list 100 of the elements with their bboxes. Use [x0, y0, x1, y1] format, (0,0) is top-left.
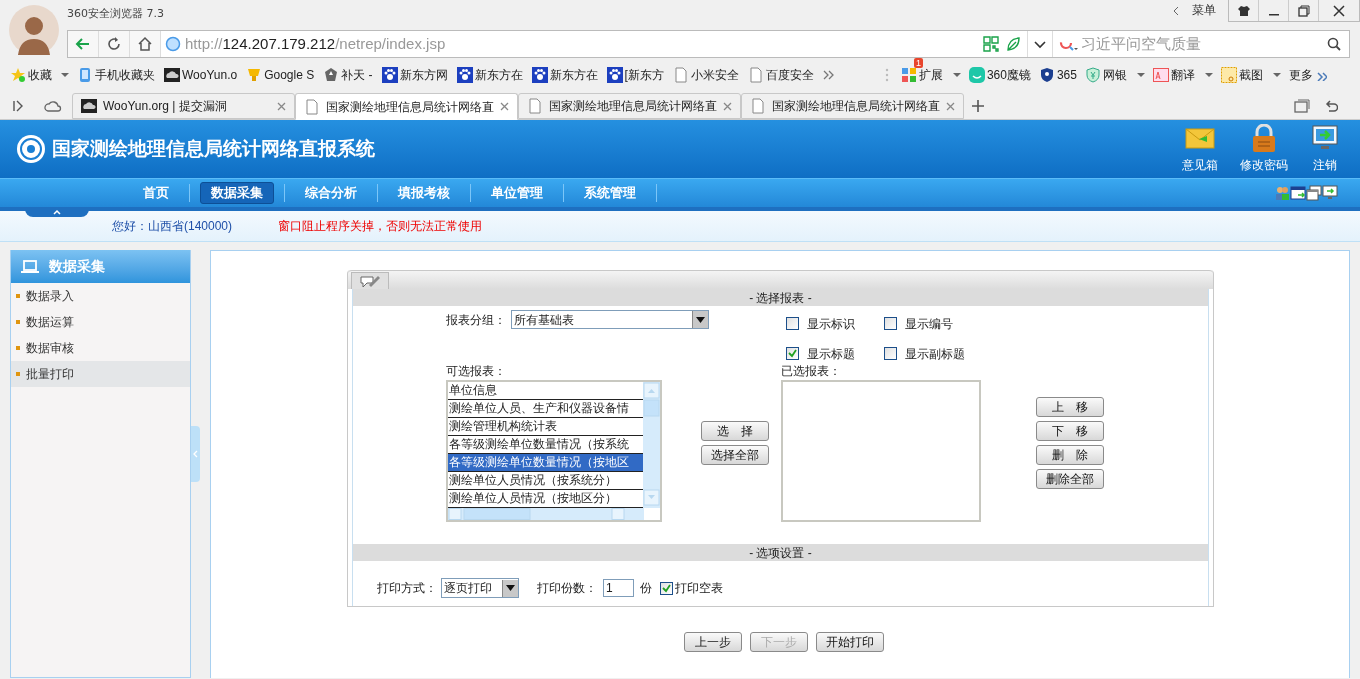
greeting-text: 您好：山西省(140000): [112, 218, 233, 235]
list-option[interactable]: 各等级测绘单位数量情况（按地区: [448, 454, 643, 472]
bookmark-item[interactable]: 新东方在: [456, 66, 523, 84]
checkbox-label: 显示编号: [905, 315, 953, 333]
warning-text: 窗口阻止程序关掉，否则无法正常使用: [278, 218, 483, 235]
step-button[interactable]: 开始打印: [816, 632, 884, 652]
undo-icon: [1324, 99, 1338, 113]
monitor-icon[interactable]: [1322, 185, 1338, 201]
shirt-icon: [1237, 4, 1250, 17]
smile-icon: [968, 67, 985, 83]
close-icon: [1333, 4, 1345, 17]
plus-icon: [972, 100, 984, 112]
avatar-icon: [9, 5, 59, 55]
chevrons-icon: [1314, 69, 1327, 81]
paw-icon: [606, 67, 623, 83]
bookmark-item[interactable]: 收藏: [10, 66, 52, 84]
maximize-icon: [1297, 4, 1310, 17]
extension-button[interactable]: 截图: [1220, 66, 1263, 84]
menu-button[interactable]: 菜单: [1188, 1, 1220, 19]
nav-tab[interactable]: 数据采集: [200, 182, 274, 204]
bookmark-item[interactable]: 补天 -: [323, 66, 373, 84]
shield-icon: [1084, 67, 1101, 83]
list-option[interactable]: 测绘管理机构统计表: [448, 418, 643, 436]
page-icon: [527, 98, 543, 114]
step-button[interactable]: 上一步: [684, 632, 742, 652]
caret-down-icon: [696, 316, 705, 323]
header-action-button[interactable]: 注销: [1310, 124, 1340, 174]
available-reports-list[interactable]: 单位信息 测绘单位人员、生产和仪器设备情 测绘管理机构统计表 各等级测绘单位数量情况（按系统 各等级测绘单位数量情况（按地区 测绘单位人员情况（按系统分） 测绘单位人员情况（按地区分）: [446, 380, 662, 522]
print-mode-select[interactable]: 逐页打印: [441, 578, 519, 598]
list-action-button[interactable]: 上 移: [1036, 397, 1104, 417]
bookmark-item[interactable]: [新东方: [606, 66, 664, 84]
trophy-icon: [246, 67, 263, 83]
checkbox-label: 显示副标题: [905, 345, 965, 363]
extension-button[interactable]: 更多: [1288, 66, 1327, 84]
checkbox[interactable]: [884, 347, 897, 360]
page-icon: [747, 67, 764, 83]
extension-button[interactable]: 扩展: [900, 66, 943, 84]
list-action-button[interactable]: 删 除: [1036, 445, 1104, 465]
paw-icon: [531, 67, 548, 83]
report-group-select[interactable]: 所有基础表: [511, 310, 709, 329]
browser-tab[interactable]: 国家测绘地理信息局统计网络直: [295, 93, 518, 120]
checkbox[interactable]: [660, 581, 673, 595]
sidebar-item[interactable]: 数据运算: [11, 309, 190, 335]
list-action-button[interactable]: 下 移: [1036, 421, 1104, 441]
bookmark-item[interactable]: 百度安全: [747, 66, 814, 84]
header-action-button[interactable]: 修改密码: [1240, 124, 1288, 174]
list-action-button[interactable]: 删除全部: [1036, 469, 1104, 489]
close-icon: [500, 102, 509, 111]
checkbox[interactable]: [884, 317, 897, 330]
notification-badge: 1: [913, 58, 923, 68]
page-icon: [750, 98, 766, 114]
laptop-icon: [21, 259, 39, 274]
extension-button[interactable]: 翻译: [1152, 66, 1195, 84]
phone-icon: [77, 67, 93, 83]
header-action-button[interactable]: 意见箱: [1182, 124, 1218, 174]
list-option[interactable]: 测绘单位人员、生产和仪器设备情: [448, 400, 643, 418]
field-label: 报表分组：: [446, 311, 506, 329]
browser-tab[interactable]: 国家测绘地理信息局统计网络直: [518, 93, 741, 119]
collapse-header-button[interactable]: [25, 207, 89, 217]
window-title: 360安全浏览器 7.3: [67, 6, 164, 22]
extension-button[interactable]: 网银: [1084, 66, 1127, 84]
windows-icon[interactable]: [1306, 185, 1322, 201]
close-icon: [277, 101, 286, 111]
list-option[interactable]: 单位信息: [448, 382, 643, 400]
checkbox-label: 显示标识: [807, 315, 855, 333]
bookmark-item[interactable]: WooYun.o: [164, 66, 238, 84]
checkbox[interactable]: [786, 317, 799, 330]
browser-tab[interactable]: WooYun.org | 提交漏洞: [72, 93, 295, 119]
caret-down-icon: [1272, 71, 1281, 79]
list-option[interactable]: 测绘单位人员情况（按系统分）: [448, 472, 643, 490]
checkbox-label: 显示标题: [807, 345, 855, 363]
paw-icon: [456, 67, 473, 83]
list-label: 已选报表：: [781, 364, 842, 378]
copies-field[interactable]: 1: [603, 579, 634, 597]
caret-down-icon: [61, 71, 69, 79]
bookmark-item[interactable]: 新东方网: [381, 66, 448, 84]
select-button[interactable]: 选择全部: [701, 445, 769, 465]
cloud-icon: [44, 99, 62, 113]
emblem-icon: [16, 134, 46, 164]
bookmark-item[interactable]: 小米安全: [672, 66, 739, 84]
extension-button[interactable]: 360魔镜: [968, 66, 1031, 84]
sidebar-item[interactable]: 数据录入: [11, 283, 190, 309]
panel-tab[interactable]: [351, 272, 389, 289]
field-label: 打印方式：: [377, 580, 437, 597]
select-button[interactable]: 选 择: [701, 421, 769, 441]
bookmark-item[interactable]: 新东方在: [531, 66, 598, 84]
browser-tab[interactable]: 国家测绘地理信息局统计网络直: [741, 93, 964, 119]
cloud-icon: [81, 98, 97, 114]
sidebar-item[interactable]: 数据审核: [11, 335, 190, 361]
extension-button[interactable]: 365: [1038, 66, 1077, 84]
checkbox[interactable]: [786, 347, 799, 360]
chevron-up-icon: [53, 209, 61, 215]
page-icon: [304, 98, 320, 115]
caret-down-icon: [1204, 71, 1213, 79]
sidebar-item[interactable]: 批量打印: [11, 361, 190, 387]
list-label: 可选报表：: [446, 364, 507, 378]
bookmark-item[interactable]: 手机收藏夹: [77, 66, 155, 84]
chevron-left-icon: [193, 450, 198, 458]
window-export-icon[interactable]: [1290, 185, 1306, 201]
bookmark-item[interactable]: Google S: [246, 66, 315, 84]
